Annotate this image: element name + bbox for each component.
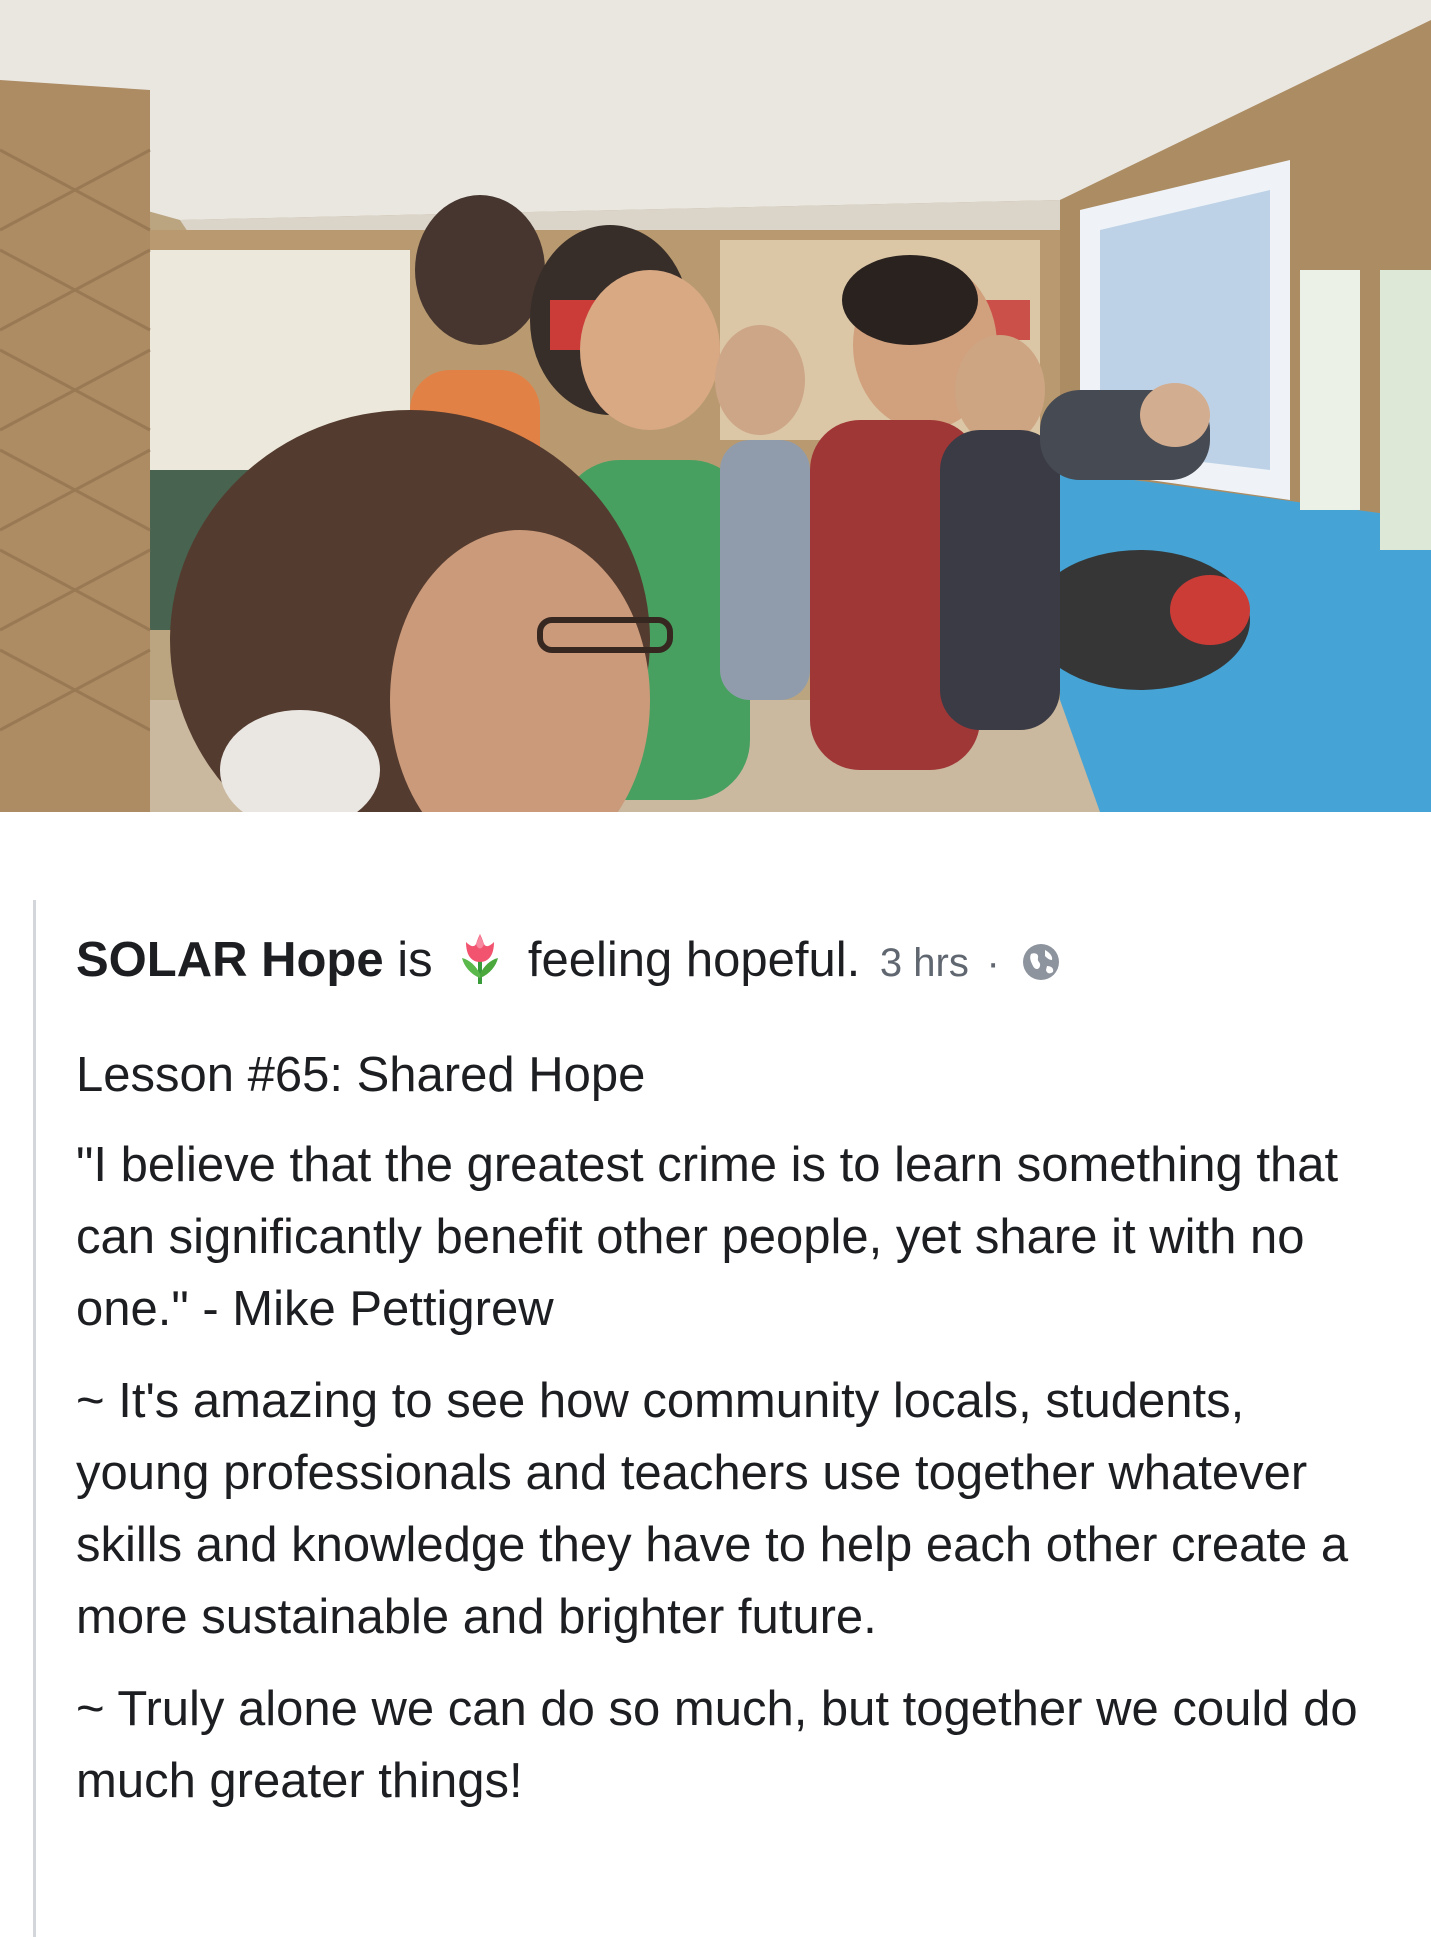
post-screenshot: SOLAR Hope is feeling hopeful. 3 hrs · L…: [0, 0, 1431, 1937]
meta-separator: ·: [986, 941, 1000, 985]
post-header: SOLAR Hope is feeling hopeful. 3 hrs ·: [76, 928, 1376, 995]
classroom-photo: [0, 0, 1431, 812]
is-word: is: [397, 933, 433, 987]
post-paragraph-quote: "I believe that the greatest crime is to…: [76, 1138, 1339, 1336]
post-content: SOLAR Hope is feeling hopeful. 3 hrs · L…: [76, 900, 1376, 1817]
post-timestamp[interactable]: 3 hrs: [880, 941, 969, 985]
tulip-icon: [452, 930, 508, 986]
post-text-panel: SOLAR Hope is feeling hopeful. 3 hrs · L…: [33, 900, 1431, 1937]
globe-icon[interactable]: [1021, 934, 1061, 980]
post-paragraph-closing: ~ Truly alone we can do so much, but tog…: [76, 1682, 1358, 1808]
post-paragraph-title: Lesson #65: Shared Hope: [76, 1048, 646, 1102]
post-photo[interactable]: [0, 0, 1431, 812]
page-name-link[interactable]: SOLAR Hope: [76, 933, 384, 987]
feeling-text: feeling hopeful.: [527, 933, 861, 987]
post-paragraph-body: ~ It's amazing to see how community loca…: [76, 1374, 1349, 1644]
